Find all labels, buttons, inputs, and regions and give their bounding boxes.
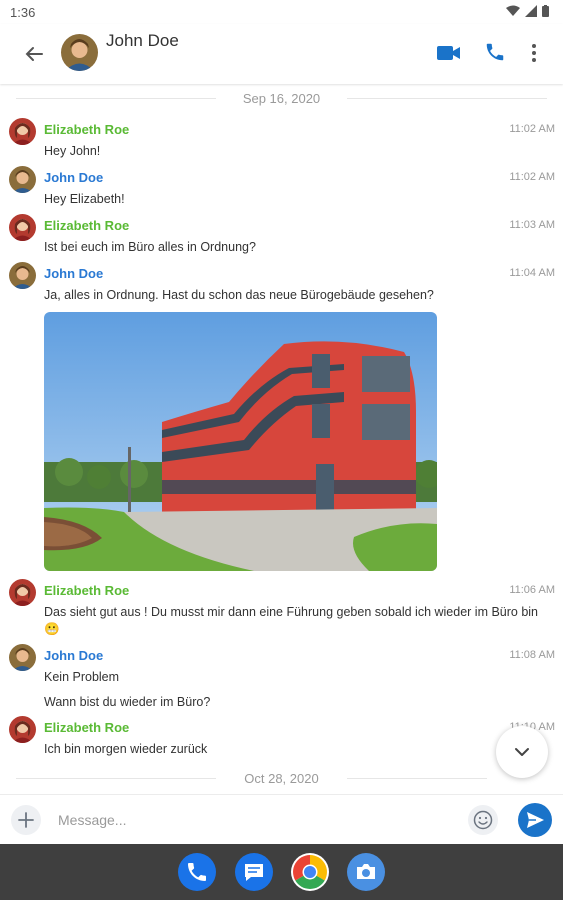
emoji-button[interactable] [468,805,498,835]
add-attachment-button[interactable] [11,805,41,835]
sender-name[interactable]: John Doe [44,170,103,185]
more-vertical-icon [532,44,536,62]
date-separator: Oct 28, 2020 [0,768,563,788]
camera-app-icon[interactable] [347,853,385,891]
message-text: Wann bist du wieder im Büro? [44,695,211,709]
message-text: Hey Elizabeth! [44,192,125,206]
video-call-button[interactable] [436,42,462,64]
date-label: Oct 28, 2020 [244,771,319,786]
messages-app-icon[interactable] [235,853,273,891]
message-text: Ist bei euch im Büro alles in Ordnung? [44,240,256,254]
avatar-john[interactable] [9,644,36,671]
avatar-john[interactable] [9,166,36,193]
status-time: 1:36 [10,5,36,20]
sender-name[interactable]: Elizabeth Roe [44,122,129,137]
message-time: 11:02 AM [509,123,555,135]
sender-name[interactable]: John Doe [44,648,103,663]
voice-call-button[interactable] [484,41,506,63]
avatar-elizabeth[interactable] [9,214,36,241]
navigation-dock [0,844,563,900]
smiley-icon [473,810,493,830]
message-input[interactable] [52,805,452,835]
avatar-elizabeth[interactable] [9,716,36,743]
send-icon [527,812,544,828]
system-icons [506,5,549,17]
sender-name[interactable]: Elizabeth Roe [44,720,129,735]
chrome-app-icon[interactable] [291,853,329,891]
app-bar: John Doe [0,24,563,84]
message-item[interactable]: John Doe 11:08 AM Kein Problem Wann bist… [0,644,563,709]
phone-icon [486,43,504,61]
avatar-elizabeth[interactable] [9,118,36,145]
chat-history[interactable]: Sep 16, 2020 Elizabeth Roe 11:02 AM Hey … [0,84,563,794]
message-text: Kein Problem [44,670,120,684]
more-options-button[interactable] [528,41,540,65]
wifi-icon [506,5,520,16]
message-item[interactable]: Elizabeth Roe 11:03 AM Ist bei euch im B… [0,214,563,254]
scroll-to-bottom-button[interactable] [496,726,548,778]
message-text: Ich bin morgen wieder zurück [44,742,208,756]
arrow-left-icon [25,47,43,61]
message-text: Das sieht gut aus ! Du musst mir dann ei… [44,605,539,619]
avatar-elizabeth[interactable] [9,579,36,606]
message-text: Hey John! [44,144,101,158]
signal-icon [525,5,537,17]
message-time: 11:06 AM [509,584,555,596]
date-label: Sep 16, 2020 [242,91,321,106]
date-separator: Sep 16, 2020 [0,88,563,108]
status-bar: 1:36 [0,0,563,24]
battery-icon [542,5,549,17]
avatar-john[interactable] [9,262,36,289]
phone-app-icon[interactable] [178,853,216,891]
chevron-down-icon [515,748,529,756]
message-time: 11:02 AM [509,171,555,183]
message-item[interactable]: Elizabeth Roe 11:10 AM Ich bin morgen wi… [0,716,563,756]
message-time: 11:03 AM [509,219,555,231]
plus-icon [18,812,34,828]
message-time: 11:08 AM [509,649,555,661]
message-item[interactable]: John Doe 11:02 AM Hey Elizabeth! [0,166,563,206]
sender-name[interactable]: Elizabeth Roe [44,583,129,598]
message-composer [0,794,563,844]
shared-photo[interactable] [44,312,437,571]
message-time: 11:04 AM [509,267,555,279]
sender-name[interactable]: John Doe [44,266,103,281]
message-text: Ja, alles in Ordnung. Hast du schon das … [44,288,434,302]
send-button[interactable] [518,803,552,837]
message-emoji: 😬 [44,622,60,636]
message-item[interactable]: Elizabeth Roe 11:02 AM Hey John! [0,118,563,158]
contact-name[interactable]: John Doe [106,31,179,51]
message-item[interactable]: Elizabeth Roe 11:06 AM Das sieht gut aus… [0,579,563,639]
contact-avatar[interactable] [61,34,98,71]
sender-name[interactable]: Elizabeth Roe [44,218,129,233]
video-camera-icon [437,46,460,60]
back-button[interactable] [20,40,48,68]
